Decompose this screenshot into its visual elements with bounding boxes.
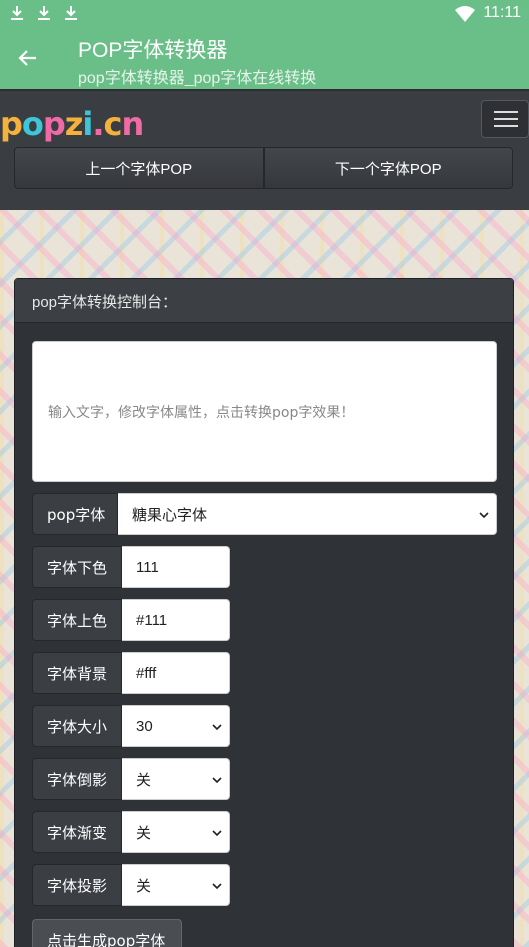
font-nav: 上一个字体POP 下一个字体POP — [14, 147, 513, 189]
field-label: 字体倒影 — [32, 758, 122, 800]
site-navbar: popzi.cn 上一个字体POP 下一个字体POP — [0, 89, 529, 210]
logo-letter: n — [121, 105, 145, 143]
control-panel: pop字体转换控制台： 输入文字，修改字体属性，点击转换pop字效果！ pop字… — [14, 278, 514, 947]
top-color-row: 字体上色 #111 — [32, 599, 230, 641]
download-icon — [11, 6, 23, 20]
bottom-color-input[interactable]: 111 — [122, 546, 230, 588]
logo-letter: p — [42, 105, 66, 143]
bottom-color-row: 字体下色 111 — [32, 546, 230, 588]
logo-letter: . — [92, 105, 104, 143]
shadow-select[interactable]: 关 — [122, 864, 230, 906]
field-label: 字体下色 — [32, 546, 122, 588]
next-font-button[interactable]: 下一个字体POP — [263, 147, 513, 189]
chevron-down-icon — [212, 724, 222, 731]
logo-letter: i — [82, 105, 93, 143]
field-label: pop字体 — [32, 493, 118, 535]
download-icon — [65, 6, 77, 20]
wifi-icon — [455, 6, 475, 22]
panel-title: pop字体转换控制台： — [15, 279, 513, 323]
hamburger-menu-button[interactable] — [481, 100, 529, 138]
generate-button[interactable]: 点击生成pop字体 — [32, 919, 182, 947]
text-input-placeholder: 输入文字，修改字体属性，点击转换pop字效果！ — [48, 405, 355, 421]
chevron-down-icon — [212, 830, 222, 837]
gradient-select[interactable]: 关 — [122, 811, 230, 853]
app-subtitle: pop字体转换器_pop字体在线转换 — [78, 70, 317, 87]
field-label: 字体上色 — [32, 599, 122, 641]
prev-font-button[interactable]: 上一个字体POP — [14, 147, 264, 189]
chevron-down-icon — [212, 883, 222, 890]
field-label: 字体背景 — [32, 652, 122, 694]
reflection-select[interactable]: 关 — [122, 758, 230, 800]
font-size-select[interactable]: 30 — [122, 705, 230, 747]
site-logo[interactable]: popzi.cn — [0, 105, 145, 143]
logo-letter: c — [103, 105, 123, 143]
reflection-row: 字体倒影 关 — [32, 758, 230, 800]
back-arrow-icon[interactable] — [16, 46, 40, 70]
gradient-row: 字体渐变 关 — [32, 811, 230, 853]
field-label: 字体渐变 — [32, 811, 122, 853]
background-color-row: 字体背景 #fff — [32, 652, 230, 694]
shadow-row: 字体投影 关 — [32, 864, 230, 906]
font-select[interactable]: 糖果心字体 — [118, 493, 497, 535]
background-color-input[interactable]: #fff — [122, 652, 230, 694]
app-title: POP字体转换器 — [78, 39, 228, 62]
app-bar: POP字体转换器 pop字体转换器_pop字体在线转换 — [0, 28, 529, 89]
chevron-down-icon — [212, 777, 222, 784]
status-bar: 11:11 — [0, 0, 529, 28]
logo-letter: z — [64, 105, 84, 143]
menu-icon — [494, 111, 518, 113]
logo-letter: o — [21, 105, 44, 143]
text-input[interactable]: 输入文字，修改字体属性，点击转换pop字效果！ — [32, 341, 497, 482]
download-icon — [38, 6, 50, 20]
field-label: 字体投影 — [32, 864, 122, 906]
chevron-down-icon — [479, 512, 489, 519]
clock: 11:11 — [483, 4, 521, 21]
logo-letter: p — [0, 105, 23, 143]
font-size-row: 字体大小 30 — [32, 705, 230, 747]
top-color-input[interactable]: #111 — [122, 599, 230, 641]
font-select-row: pop字体 糖果心字体 — [32, 493, 497, 535]
field-label: 字体大小 — [32, 705, 122, 747]
